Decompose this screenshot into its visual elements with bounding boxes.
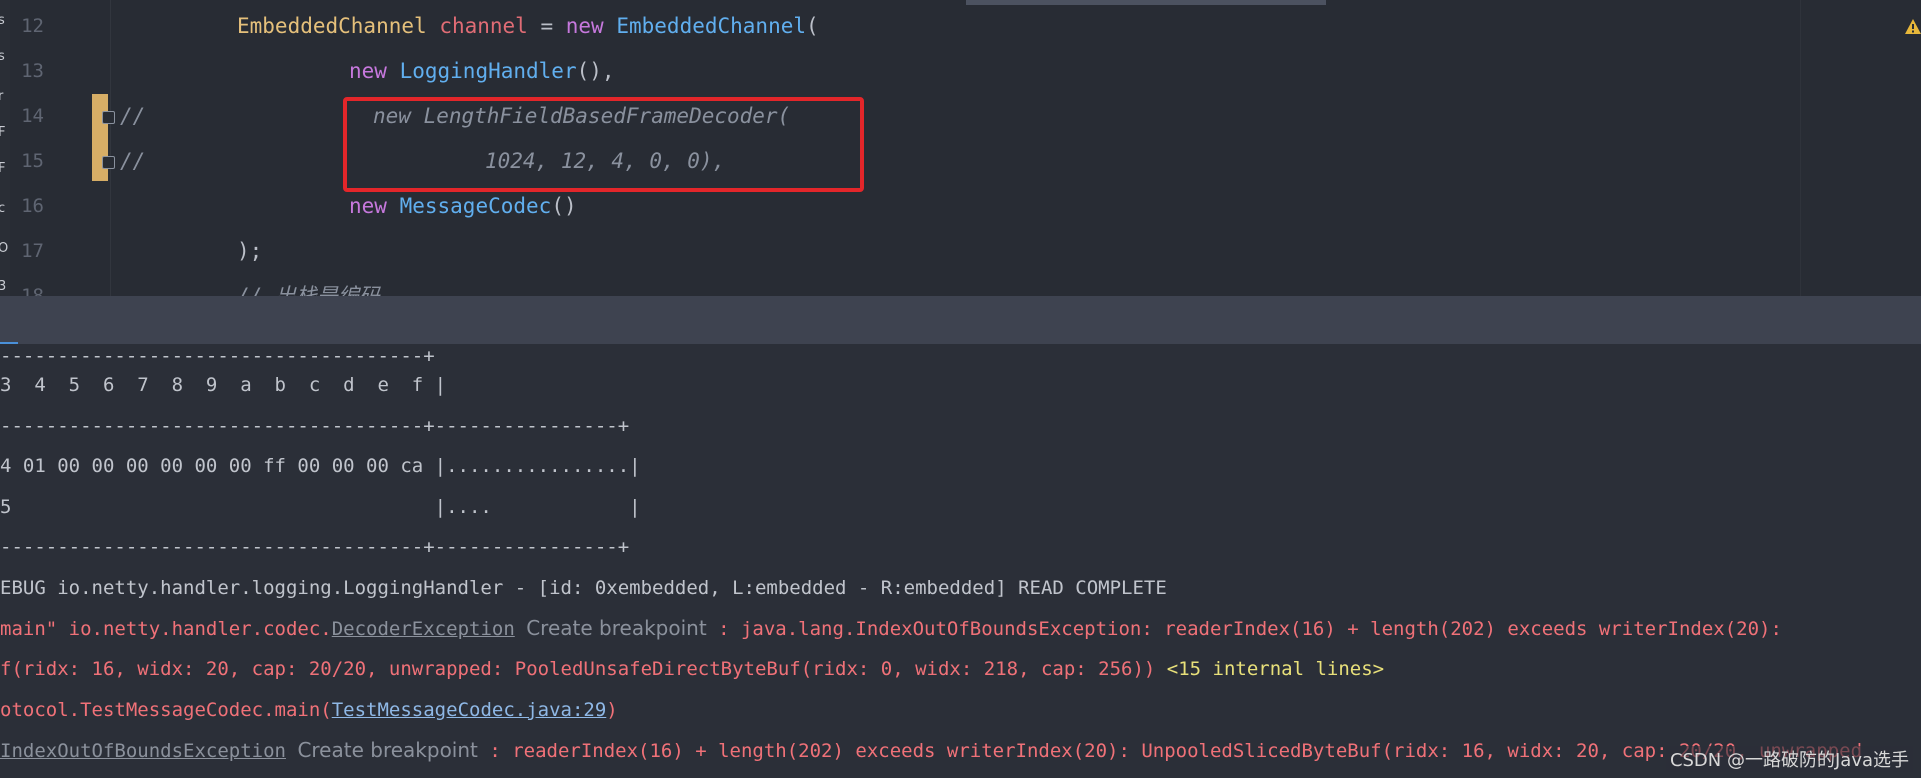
comment: // 出栈是编码	[237, 284, 380, 296]
assign-operator: =	[527, 14, 566, 38]
console-line: 3 4 5 6 7 8 9 a b c d e f |	[0, 374, 447, 396]
code-line-13[interactable]: 13 new LoggingHandler(),	[0, 49, 1921, 94]
trace-prefix: otocol.TestMessageCodec.main(	[0, 699, 332, 721]
class-name: MessageCodec	[399, 194, 552, 218]
exception-prefix: main" io.netty.handler.codec.	[0, 618, 332, 640]
strip-glyph: s	[0, 13, 5, 28]
punctuation: );	[237, 239, 263, 263]
code-line-17[interactable]: 17 );	[0, 229, 1921, 274]
line-number: 12	[21, 15, 44, 37]
strip-glyph: 3	[0, 279, 7, 294]
strip-glyph: F	[0, 125, 6, 140]
line-number: 13	[21, 60, 44, 82]
line-number: 18	[21, 285, 44, 296]
line-number: 17	[21, 240, 44, 262]
class-name: LoggingHandler	[399, 59, 577, 83]
code-line-12[interactable]: 12 EmbeddedChannel channel = new Embedde…	[0, 4, 1921, 49]
exception-line: main" io.netty.handler.codec.DecoderExce…	[0, 608, 1782, 649]
strip-glyph: r	[0, 89, 4, 104]
cause-line: IndexOutOfBoundsException Create breakpo…	[0, 730, 1862, 771]
decoder-exception-link[interactable]: DecoderException	[332, 618, 515, 640]
line-number: 16	[21, 195, 44, 217]
punctuation: (),	[576, 59, 615, 83]
tool-window-header[interactable]	[0, 296, 1921, 344]
strip-glyph: c	[0, 201, 6, 216]
type-name: EmbeddedChannel	[237, 14, 427, 38]
exception-message: : java.lang.IndexOutOfBoundsException: r…	[706, 618, 1782, 640]
run-console[interactable]: -------------------------------------+ 3…	[0, 344, 1921, 778]
console-line: 5 |.... |	[0, 496, 641, 518]
console-line: EBUG io.netty.handler.logging.LoggingHan…	[0, 577, 1167, 599]
keyword-new: new	[349, 194, 387, 218]
console-line: -------------------------------------+--…	[0, 536, 630, 558]
strip-glyph: O	[0, 241, 9, 256]
trace-suffix: )	[606, 699, 618, 721]
console-line: 4 01 00 00 00 00 00 00 ff 00 00 00 ca |.…	[0, 455, 641, 477]
keyword-new: new	[349, 59, 387, 83]
exception-detail-line: f(ridx: 16, widx: 20, cap: 20/20, unwrap…	[0, 649, 1384, 690]
strip-glyph: F	[0, 161, 6, 176]
code-line-15[interactable]: 15 // 1024, 12, 4, 0, 0),	[0, 139, 1921, 184]
code-line-16[interactable]: 16 new MessageCodec()	[0, 184, 1921, 229]
create-breakpoint-link[interactable]: Create breakpoint	[297, 738, 477, 762]
line-number: 14	[21, 105, 44, 127]
line-number: 15	[21, 150, 44, 172]
code-editor[interactable]: 12 EmbeddedChannel channel = new Embedde…	[0, 0, 1921, 296]
punctuation: ()	[551, 194, 577, 218]
create-breakpoint-link[interactable]: Create breakpoint	[526, 616, 706, 640]
fold-icon[interactable]	[102, 156, 115, 169]
console-line: -------------------------------------+--…	[0, 415, 630, 437]
code-line-18[interactable]: 18 // 出栈是编码	[0, 274, 1921, 296]
fold-icon[interactable]	[102, 111, 115, 124]
comment-marker: //	[120, 104, 146, 128]
annotation-highlight-box	[343, 97, 864, 192]
class-name: EmbeddedChannel	[616, 14, 807, 38]
internal-lines-toggle[interactable]: <15 internal lines>	[1167, 658, 1384, 680]
keyword-new: new	[565, 14, 604, 38]
watermark: CSDN @一路破防的Java选手	[1665, 746, 1913, 772]
cause-message: : readerIndex(16) + length(202) exceeds …	[477, 740, 1863, 762]
source-file-link[interactable]: TestMessageCodec.java:29	[332, 699, 607, 721]
index-exception-link[interactable]: IndexOutOfBoundsException	[0, 740, 286, 762]
comment-marker: //	[120, 149, 146, 173]
code-line-14[interactable]: 14 // new LengthFieldBasedFrameDecoder(	[0, 94, 1921, 139]
stack-trace-line: otocol.TestMessageCodec.main(TestMessage…	[0, 690, 618, 731]
exception-detail: f(ridx: 16, widx: 20, cap: 20/20, unwrap…	[0, 658, 1167, 680]
strip-glyph: s	[0, 49, 5, 64]
variable-name: channel	[439, 14, 528, 38]
punctuation: (	[806, 14, 819, 38]
